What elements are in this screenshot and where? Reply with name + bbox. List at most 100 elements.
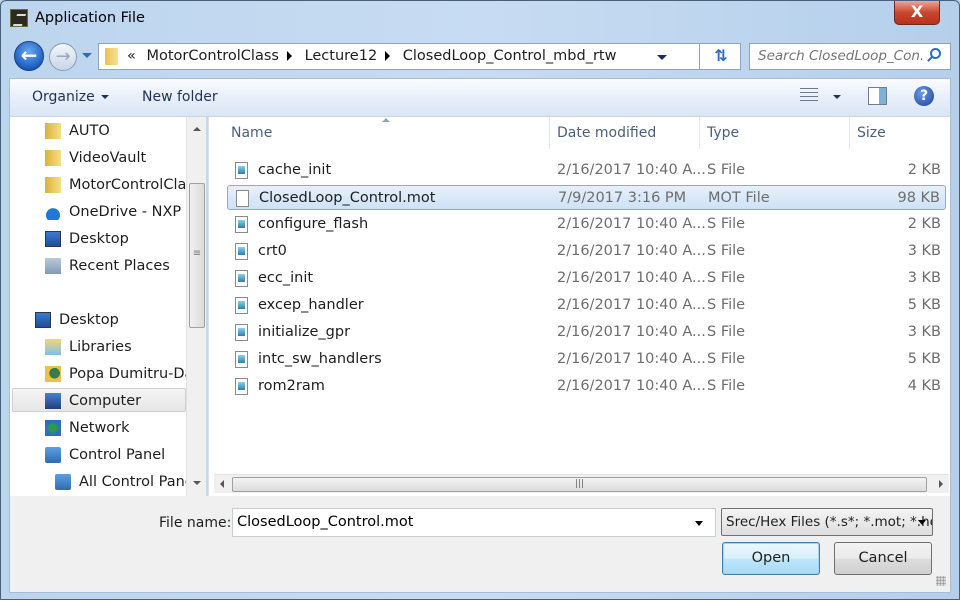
recent-places-icon — [45, 258, 61, 274]
close-button[interactable]: X — [894, 1, 940, 25]
file-date: 2/16/2017 10:40 A... — [557, 216, 706, 232]
sidebar-item-user[interactable]: Popa Dumitru-Daniel — [45, 362, 186, 386]
breadcrumb-item[interactable]: Lecture12 — [305, 48, 378, 64]
forward-button[interactable]: → — [49, 43, 77, 71]
chevron-right-icon[interactable] — [286, 51, 292, 61]
sidebar-item-libraries[interactable]: Libraries — [45, 335, 185, 359]
file-date: 2/16/2017 10:40 A... — [557, 243, 706, 259]
refresh-button[interactable]: ⇅ — [699, 43, 742, 70]
file-type: MOT File — [708, 190, 770, 206]
search-input[interactable] — [758, 48, 923, 64]
file-size: 5 KB — [907, 351, 941, 367]
organize-button[interactable]: Organize — [32, 89, 109, 105]
scroll-down-icon[interactable] — [193, 481, 201, 485]
navigation-scrollbar[interactable]: ≡ — [186, 117, 206, 496]
file-type: S File — [707, 162, 746, 178]
sidebar-item-auto[interactable]: AUTO — [45, 119, 185, 143]
file-type: S File — [707, 243, 746, 259]
file-size: 98 KB — [897, 190, 940, 206]
file-type: S File — [707, 297, 746, 313]
resize-grip-icon[interactable] — [936, 576, 946, 586]
sidebar-item-all-control-panel-items[interactable]: All Control Panel Items — [55, 470, 186, 494]
file-size: 3 KB — [907, 270, 941, 286]
breadcrumb-item[interactable]: MotorControlClass — [146, 48, 278, 64]
file-name-combobox[interactable] — [232, 508, 716, 537]
chevron-down-icon[interactable] — [918, 520, 926, 525]
file-date: 7/9/2017 3:16 PM — [558, 190, 687, 206]
file-row[interactable]: rom2ram 2/16/2017 10:40 A... S File 4 KB — [227, 374, 946, 399]
file-row[interactable]: intc_sw_handlers 2/16/2017 10:40 A... S Fi… — [227, 347, 946, 372]
breadcrumb-item[interactable]: ClosedLoop_Control_mbd_rtw — [403, 48, 617, 64]
folder-icon — [45, 123, 61, 139]
open-button[interactable]: Open — [722, 542, 820, 575]
sidebar-item-onedrive[interactable]: OneDrive - NXP — [45, 200, 185, 224]
scrollbar-thumb[interactable]: ||| — [232, 477, 927, 492]
help-icon[interactable]: ? — [914, 86, 934, 106]
file-size: 2 KB — [907, 216, 941, 232]
file-row[interactable]: ClosedLoop_Control.mot 7/9/2017 3:16 PM MO… — [227, 185, 946, 210]
scroll-right-icon[interactable] — [939, 480, 943, 488]
file-row[interactable]: ecc_init 2/16/2017 10:40 A... S File 3 KB — [227, 266, 946, 291]
computer-icon — [45, 393, 61, 409]
recent-locations-dropdown[interactable] — [82, 53, 92, 58]
search-icon[interactable] — [930, 48, 941, 59]
file-date: 2/16/2017 10:40 A... — [557, 324, 706, 340]
column-header-type[interactable]: Type — [700, 117, 850, 149]
sidebar-item-desktop[interactable]: Desktop — [45, 227, 185, 251]
file-name: intc_sw_handlers — [258, 351, 382, 367]
file-name: rom2ram — [258, 378, 325, 394]
desktop-icon — [45, 231, 61, 247]
sidebar-item-label: AUTO — [69, 123, 110, 139]
file-type-select[interactable]: Srec/Hex Files (*.s*; *.mot; *.hex) — [721, 508, 933, 536]
file-icon — [235, 162, 248, 179]
folder-icon — [45, 177, 61, 193]
view-dropdown-icon[interactable] — [833, 95, 841, 99]
column-header-size[interactable]: Size — [850, 117, 950, 149]
file-name-input[interactable] — [237, 514, 677, 530]
preview-pane-icon[interactable] — [868, 87, 887, 105]
sidebar-item-control-panel[interactable]: Control Panel — [45, 443, 185, 467]
sidebar-item-motorcontrolclass[interactable]: MotorControlClass — [45, 173, 186, 197]
file-icon — [235, 351, 248, 368]
sidebar-item-recent-places[interactable]: Recent Places — [45, 254, 185, 278]
file-row[interactable]: crt0 2/16/2017 10:40 A... S File 3 KB — [227, 239, 946, 264]
sidebar-item-computer[interactable]: Computer — [12, 388, 186, 412]
file-row[interactable]: cache_init 2/16/2017 10:40 A... S File 2 KB — [227, 158, 946, 183]
back-button[interactable]: ← — [14, 41, 44, 71]
chevron-right-icon[interactable] — [385, 51, 391, 61]
new-folder-button[interactable]: New folder — [142, 89, 218, 105]
file-icon — [235, 297, 248, 314]
file-date: 2/16/2017 10:40 A... — [557, 270, 706, 286]
network-icon — [45, 420, 61, 436]
sidebar-item-network[interactable]: Network — [45, 416, 185, 440]
search-box[interactable] — [749, 43, 951, 70]
sidebar-item-label: Control Panel — [69, 447, 166, 463]
address-bar[interactable]: « MotorControlClass Lecture12 ClosedLoop… — [98, 43, 741, 70]
chevron-down-icon — [100, 95, 109, 99]
navigation-pane: AUTO VideoVault MotorControlClass OneDri… — [9, 117, 206, 496]
file-name: crt0 — [258, 243, 287, 259]
address-dropdown-icon[interactable] — [657, 55, 667, 60]
column-header-name[interactable]: Name — [209, 117, 550, 149]
file-name-label: File name: — [159, 515, 232, 531]
sidebar-item-label: VideoVault — [69, 150, 147, 166]
chevron-down-icon[interactable] — [695, 521, 703, 526]
scrollbar-thumb[interactable]: ≡ — [189, 183, 205, 328]
horizontal-scrollbar[interactable]: ||| — [214, 474, 949, 493]
window-title: Application File — [35, 10, 145, 26]
file-list: Name Date modified Type Size cache_init 2… — [208, 117, 951, 496]
file-row[interactable]: excep_handler 2/16/2017 10:40 A... S File 5… — [227, 293, 946, 318]
scroll-left-icon[interactable] — [220, 480, 224, 488]
sidebar-item-label: Recent Places — [69, 258, 170, 274]
file-row[interactable]: initialize_gpr 2/16/2017 10:40 A... S File… — [227, 320, 946, 345]
sidebar-item-desktop-root[interactable]: Desktop — [35, 308, 185, 332]
file-row[interactable]: configure_flash 2/16/2017 10:40 A... S Fil… — [227, 212, 946, 237]
view-details-icon[interactable] — [800, 88, 818, 104]
column-header-date[interactable]: Date modified — [550, 117, 700, 149]
sidebar-item-videovault[interactable]: VideoVault — [45, 146, 185, 170]
cancel-button[interactable]: Cancel — [834, 542, 932, 575]
file-icon — [235, 270, 248, 287]
breadcrumb-overflow[interactable]: « — [127, 48, 136, 64]
scroll-up-icon[interactable] — [193, 127, 201, 131]
file-size: 2 KB — [907, 162, 941, 178]
